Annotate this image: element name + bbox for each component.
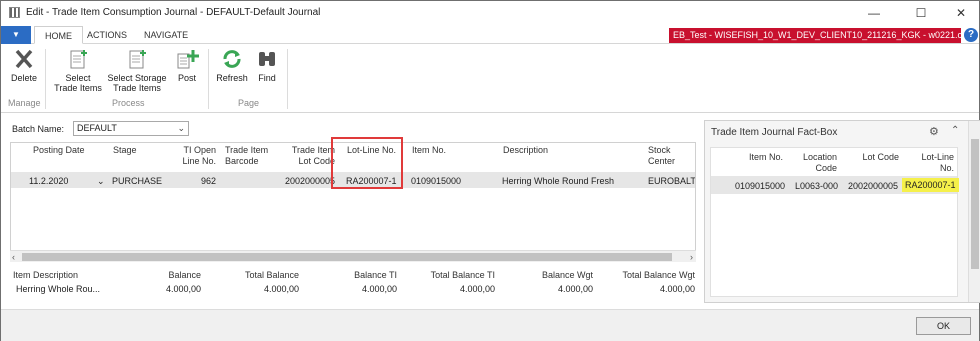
total-value-total-balance: 4.000,00 (263, 284, 299, 294)
select-trade-items-label-2: Trade Items (54, 83, 102, 93)
minimize-button[interactable]: — (859, 4, 889, 22)
factbox-header-lot-code[interactable]: Lot Code (847, 152, 899, 163)
total-value-item-description: Herring Whole Rou... (16, 284, 101, 294)
app-menu-button[interactable]: ▼ (1, 26, 31, 44)
tab-actions[interactable]: ACTIONS (77, 26, 137, 44)
chevron-down-icon: ⌄ (177, 123, 185, 133)
select-trade-items-button[interactable]: Select Trade Items (51, 48, 105, 93)
horizontal-scrollbar[interactable]: ‹ › (10, 250, 696, 262)
find-label: Find (258, 73, 276, 83)
title-bar: Edit - Trade Item Consumption Journal - … (1, 1, 979, 25)
select-storage-icon (129, 50, 146, 69)
total-header-balance-ti: Balance TI (354, 270, 397, 280)
batch-name-value: DEFAULT (77, 123, 117, 133)
tab-navigate[interactable]: NAVIGATE (134, 26, 198, 44)
cell-ti-open-line-no[interactable]: 962 (176, 176, 216, 186)
total-value-total-balance-wgt: 4.000,00 (659, 284, 695, 294)
ribbon-tab-strip: ▼ HOME ACTIONS NAVIGATE EB_Test - WISEFI… (1, 26, 979, 44)
cell-description[interactable]: Herring Whole Round Fresh (502, 176, 614, 186)
chevron-up-icon[interactable]: ⌃ (951, 125, 959, 136)
total-header-total-balance-ti: Total Balance TI (430, 270, 495, 280)
total-header-balance: Balance (168, 270, 201, 280)
group-label-page: Page (238, 98, 260, 108)
batch-name-label: Batch Name: (12, 124, 65, 134)
group-label-process: Process (112, 98, 145, 108)
factbox-cell-item-no[interactable]: 0109015000 (735, 181, 785, 191)
column-header-trade-item-lot-code[interactable]: Trade Item Lot Code (287, 145, 335, 167)
footer-bar: OK (1, 309, 979, 341)
column-header-ti-open-line-no[interactable]: TI Open Line No. (176, 145, 216, 167)
total-header-balance-wgt: Balance Wgt (541, 270, 593, 280)
post-icon (177, 50, 199, 69)
column-header-trade-item-barcode[interactable]: Trade Item Barcode (225, 145, 268, 167)
total-header-total-balance-wgt: Total Balance Wgt (622, 270, 695, 280)
help-icon[interactable]: ? (964, 28, 978, 42)
tab-home[interactable]: HOME (34, 26, 83, 44)
cell-stage[interactable]: PURCHASE (112, 176, 162, 186)
delete-button[interactable]: Delete (7, 48, 41, 83)
column-header-item-no[interactable]: Item No. (412, 145, 446, 156)
trade-item-factbox: Trade Item Journal Fact-Box ⚙ ⌃ Item No.… (704, 120, 980, 303)
total-value-balance-ti: 4.000,00 (361, 284, 397, 294)
cell-item-no[interactable]: 0109015000 (411, 176, 461, 186)
cell-stock-center[interactable]: EUROBALTIC (648, 176, 695, 186)
ribbon: Delete Select Trade Items Select Storage… (1, 45, 979, 113)
scrollbar-thumb[interactable] (971, 139, 979, 269)
factbox-title: Trade Item Journal Fact-Box (711, 127, 838, 138)
refresh-label: Refresh (216, 73, 248, 83)
select-items-icon (70, 50, 87, 69)
total-header-item-description: Item Description (13, 270, 79, 280)
factbox-grid[interactable]: Item No. Location Code Lot Code Lot-Line N… (710, 147, 959, 297)
total-value-total-balance-ti: 4.000,00 (459, 284, 495, 294)
select-storage-trade-items-button[interactable]: Select Storage Trade Items (106, 48, 168, 93)
delete-icon (15, 49, 33, 69)
app-icon (9, 7, 20, 18)
scroll-right-icon[interactable]: › (690, 251, 693, 263)
ribbon-separator (208, 49, 209, 109)
binoculars-icon (259, 52, 275, 66)
close-button[interactable]: ✕ (946, 4, 976, 22)
column-header-stage[interactable]: Stage (113, 145, 137, 156)
factbox-cell-lot-code[interactable]: 2002000005 (848, 181, 898, 191)
cell-posting-date[interactable]: 11.2.2020 (29, 176, 68, 186)
table-row[interactable]: 0109015000 L0063-000 2002000005 RA200007… (711, 176, 959, 194)
column-header-description[interactable]: Description (503, 145, 548, 156)
factbox-cell-lot-line-no[interactable]: RA200007-1 (902, 178, 959, 192)
ribbon-separator (287, 49, 288, 109)
group-label-manage: Manage (8, 98, 41, 108)
cell-lot-code[interactable]: 2002000005 (281, 176, 335, 186)
maximize-button[interactable]: ☐ (906, 4, 936, 22)
total-value-balance: 4.000,00 (165, 284, 201, 294)
select-trade-items-label-1: Select (65, 73, 91, 83)
refresh-button[interactable]: Refresh (213, 48, 251, 83)
find-button[interactable]: Find (253, 48, 281, 83)
window-title: Edit - Trade Item Consumption Journal - … (26, 7, 321, 18)
batch-name-select[interactable]: DEFAULT ⌄ (73, 121, 189, 136)
total-value-balance-wgt: 4.000,00 (557, 284, 593, 294)
select-storage-label-2: Trade Items (113, 83, 161, 93)
scroll-left-icon[interactable]: ‹ (12, 251, 15, 263)
lot-line-highlight-box (331, 137, 403, 189)
post-button[interactable]: Post (171, 48, 203, 83)
select-storage-label-1: Select Storage (107, 73, 167, 83)
scrollbar-thumb[interactable] (22, 253, 672, 261)
factbox-header-item-no[interactable]: Item No. (725, 152, 783, 163)
delete-label: Delete (10, 73, 37, 83)
chevron-down-icon[interactable]: ⌄ (97, 176, 105, 187)
ok-button[interactable]: OK (916, 317, 971, 335)
factbox-header-location-code[interactable]: Location Code (791, 152, 837, 174)
column-header-posting-date[interactable]: Posting Date (33, 145, 85, 156)
post-label: Post (177, 73, 196, 83)
factbox-cell-location-code[interactable]: L0063-000 (795, 181, 838, 191)
journal-window: Edit - Trade Item Consumption Journal - … (0, 0, 980, 341)
vertical-scrollbar[interactable] (968, 121, 980, 302)
factbox-header-lot-line-no[interactable]: Lot-Line No. (907, 152, 954, 174)
environment-badge: EB_Test - WISEFISH_10_W1_DEV_CLIENT10_21… (669, 28, 961, 43)
ribbon-separator (45, 49, 46, 109)
gear-icon[interactable]: ⚙ (929, 125, 939, 138)
refresh-icon (223, 50, 241, 68)
total-header-total-balance: Total Balance (244, 270, 299, 280)
column-header-stock-center[interactable]: Stock Center (648, 145, 675, 167)
